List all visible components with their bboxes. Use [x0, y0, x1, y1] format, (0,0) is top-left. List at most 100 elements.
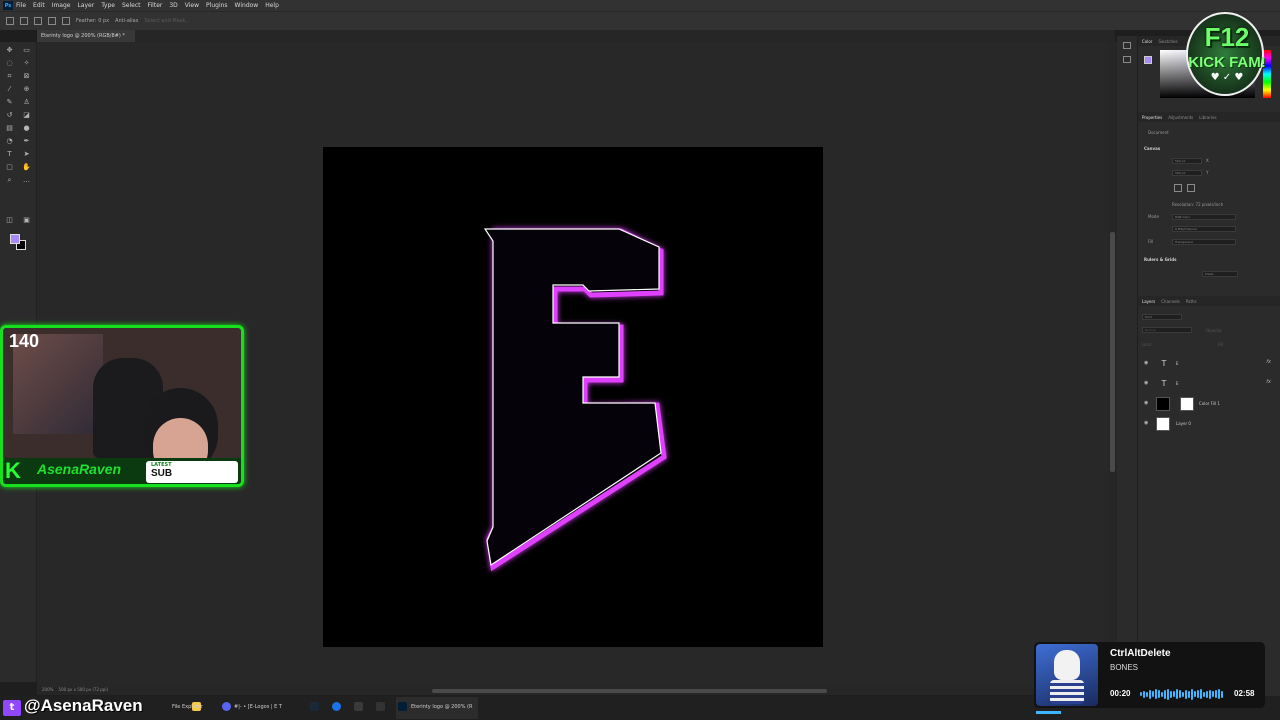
menu-file[interactable]: File — [16, 2, 26, 9]
home-icon[interactable] — [6, 17, 14, 25]
canvas-section-header[interactable]: Canvas — [1144, 146, 1160, 151]
add-selection-icon[interactable] — [48, 17, 56, 25]
magic-wand-tool-icon[interactable]: ✧ — [22, 59, 31, 67]
taskbar-discord[interactable]: #|- • [E-Logos | E T — [234, 704, 282, 710]
more-tools-icon[interactable]: … — [22, 176, 31, 184]
blend-mode-select[interactable]: Normal — [1142, 327, 1192, 333]
tab-libraries[interactable]: Libraries — [1199, 115, 1216, 120]
new-selection-icon[interactable] — [34, 17, 42, 25]
frame-tool-icon[interactable]: ⊠ — [22, 72, 31, 80]
dodge-tool-icon[interactable]: ◔ — [5, 137, 14, 145]
comments-panel-icon[interactable] — [1123, 56, 1131, 63]
document-tab[interactable]: Eterinty logo @ 200% (RGB/8#) * — [37, 30, 135, 42]
photoshop-taskbar-icon[interactable] — [398, 702, 407, 711]
visibility-eye-icon[interactable]: ◉ — [1144, 400, 1151, 407]
color-panel-foreground-swatch[interactable] — [1144, 56, 1152, 64]
foreground-color-swatch[interactable] — [10, 234, 20, 244]
visibility-eye-icon[interactable]: ◉ — [1144, 360, 1151, 367]
history-panel-icon[interactable] — [1123, 42, 1131, 49]
crop-tool-icon[interactable]: ⌗ — [5, 72, 14, 80]
tab-adjustments[interactable]: Adjustments — [1168, 115, 1193, 120]
feather-field[interactable]: Feather: 0 px — [76, 18, 109, 24]
layer-name[interactable]: Color Fill 1 — [1199, 401, 1220, 406]
document-canvas[interactable] — [323, 147, 823, 647]
menu-view[interactable]: View — [185, 2, 199, 9]
anti-alias-checkbox[interactable]: Anti-alias — [115, 18, 138, 24]
canvas-height-field[interactable]: 500 px — [1172, 170, 1202, 176]
artboard-tool-icon[interactable]: ▭ — [22, 46, 31, 54]
bit-depth-select[interactable]: 8 Bits/Channel — [1172, 226, 1236, 232]
history-brush-tool-icon[interactable]: ↺ — [5, 111, 14, 119]
layer-kind-filter[interactable]: Kind — [1142, 314, 1182, 320]
layer-name[interactable]: E — [1176, 381, 1179, 386]
canvas-width-field[interactable]: 500 px — [1172, 158, 1202, 164]
path-selection-tool-icon[interactable]: ➤ — [22, 150, 31, 158]
menu-filter[interactable]: Filter — [148, 2, 163, 9]
layer-row[interactable]: ◉ Layer 0 — [1138, 414, 1280, 434]
ruler-units-select[interactable]: Pixels — [1202, 271, 1238, 277]
layer-name[interactable]: Layer 0 — [1176, 421, 1191, 426]
select-and-mask-button[interactable]: Select and Mask... — [144, 18, 190, 24]
zoom-readout[interactable]: 200% — [42, 687, 53, 692]
portrait-orientation-icon[interactable] — [1174, 184, 1182, 192]
eyedropper-tool-icon[interactable]: ⁄ — [5, 85, 14, 93]
menu-plugins[interactable]: Plugins — [206, 2, 228, 9]
menu-window[interactable]: Window — [235, 2, 259, 9]
brush-tool-icon[interactable]: ✎ — [5, 98, 14, 106]
hand-tool-icon[interactable]: ✋ — [22, 163, 31, 171]
layer-row[interactable]: ◉ T E fx — [1138, 354, 1280, 374]
eraser-tool-icon[interactable]: ◪ — [22, 111, 31, 119]
menu-select[interactable]: Select — [122, 2, 141, 9]
mode-label: Mode — [1148, 214, 1159, 219]
menu-image[interactable]: Image — [52, 2, 71, 9]
menu-layer[interactable]: Layer — [77, 2, 94, 9]
layer-mask-thumbnail[interactable] — [1180, 397, 1194, 411]
visibility-eye-icon[interactable]: ◉ — [1144, 420, 1151, 427]
healing-brush-tool-icon[interactable]: ⊕ — [22, 85, 31, 93]
taskbar-file-explorer[interactable]: File Explorer — [172, 704, 203, 710]
type-tool-icon[interactable]: T — [5, 150, 14, 158]
landscape-orientation-icon[interactable] — [1187, 184, 1195, 192]
taskbar-photoshop[interactable]: Eterinty logo @ 200% (R — [411, 704, 473, 710]
move-tool-icon[interactable]: ✥ — [5, 46, 14, 54]
layer-row[interactable]: ◉ T E fx — [1138, 374, 1280, 394]
blur-tool-icon[interactable]: ● — [22, 124, 31, 132]
tab-layers[interactable]: Layers — [1142, 299, 1155, 304]
subtract-selection-icon[interactable] — [62, 17, 70, 25]
menu-edit[interactable]: Edit — [33, 2, 45, 9]
browser-icon[interactable] — [332, 702, 341, 711]
pen-tool-icon[interactable]: ✒ — [22, 137, 31, 145]
tab-paths[interactable]: Paths — [1186, 299, 1197, 304]
gradient-tool-icon[interactable]: ▤ — [5, 124, 14, 132]
discord-icon[interactable] — [222, 702, 231, 711]
tab-swatches[interactable]: Swatches — [1158, 39, 1177, 44]
layer-name[interactable]: E — [1176, 361, 1179, 366]
background-fill-select[interactable]: Transparent — [1172, 239, 1236, 245]
steam-icon[interactable] — [310, 702, 319, 711]
marquee-preset-icon[interactable] — [20, 17, 28, 25]
vertical-scrollbar[interactable] — [1108, 42, 1117, 687]
tab-channels[interactable]: Channels — [1161, 299, 1180, 304]
layer-row[interactable]: ◉ Color Fill 1 — [1138, 394, 1280, 414]
tab-color[interactable]: Color — [1142, 39, 1152, 44]
quick-mask-icon[interactable]: ◫ — [5, 216, 14, 224]
visibility-eye-icon[interactable]: ◉ — [1144, 380, 1151, 387]
vertical-scroll-thumb[interactable] — [1110, 232, 1115, 472]
clone-stamp-tool-icon[interactable]: ♙ — [22, 98, 31, 106]
tab-properties[interactable]: Properties — [1142, 115, 1162, 120]
horizontal-scroll-thumb[interactable] — [432, 689, 827, 693]
screen-mode-icon[interactable]: ▣ — [22, 216, 31, 224]
color-mode-select[interactable]: RGB Color — [1172, 214, 1236, 220]
lasso-tool-icon[interactable]: ◌ — [5, 59, 14, 67]
zoom-tool-icon[interactable]: ⌕ — [5, 176, 14, 184]
shape-tool-icon[interactable]: ▢ — [5, 163, 14, 171]
rulers-grids-header[interactable]: Rulers & Grids — [1144, 257, 1177, 262]
layer-effects-icon[interactable]: fx — [1266, 359, 1271, 365]
app-icon[interactable] — [354, 702, 363, 711]
menu-3d[interactable]: 3D — [169, 2, 177, 9]
menu-help[interactable]: Help — [265, 2, 279, 9]
app-icon[interactable] — [376, 702, 385, 711]
layer-effects-icon[interactable]: fx — [1266, 379, 1271, 385]
photoshop-logo-icon[interactable]: Ps — [3, 1, 13, 10]
menu-type[interactable]: Type — [101, 2, 115, 9]
